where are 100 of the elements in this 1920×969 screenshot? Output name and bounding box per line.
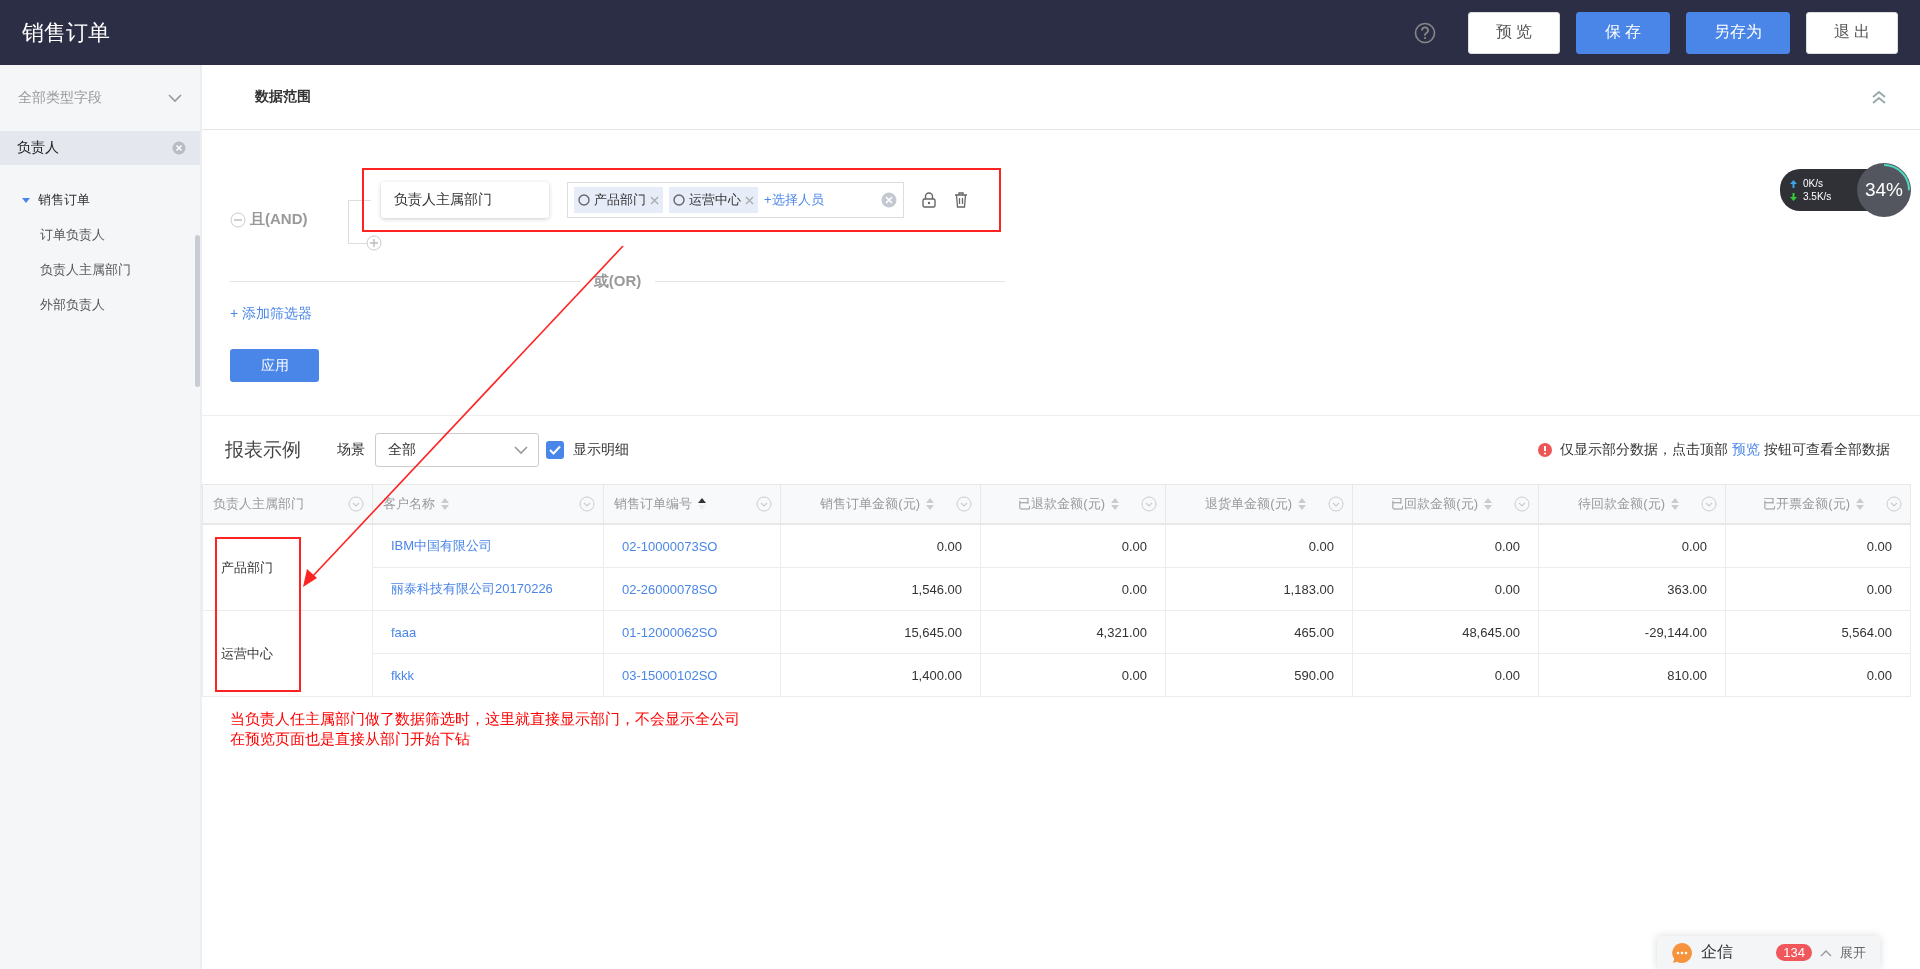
table-cell: 590.00: [1165, 653, 1353, 697]
order-link[interactable]: 02-10000073SO: [622, 538, 718, 554]
upload-arrow-icon: [1790, 179, 1797, 188]
dropdown-icon[interactable]: [956, 496, 972, 512]
circle-icon: [673, 194, 685, 206]
table-cell: 0.00: [1725, 524, 1911, 568]
detail-checkbox[interactable]: [546, 441, 564, 459]
table-cell: 0.00: [1538, 524, 1726, 568]
selected-field[interactable]: 负责人: [0, 131, 200, 165]
apply-button[interactable]: 应用: [230, 349, 319, 382]
tree-item[interactable]: 外部负责人: [40, 287, 105, 322]
exit-button[interactable]: 退 出: [1806, 11, 1898, 54]
preview-button[interactable]: 预 览: [1468, 11, 1560, 54]
table-cell: 48,645.00: [1352, 610, 1539, 654]
table-cell: 0.00: [1165, 524, 1353, 568]
dropdown-icon[interactable]: [348, 496, 364, 512]
or-label: 或(OR): [592, 272, 643, 291]
value-tag[interactable]: 产品部门: [574, 187, 663, 213]
table-cell: 363.00: [1538, 567, 1726, 611]
table-cell: 0.00: [1352, 653, 1539, 697]
help-icon[interactable]: [1414, 21, 1436, 44]
table-cell: 0.00: [1352, 567, 1539, 611]
value-tag[interactable]: 运营中心: [669, 187, 758, 213]
field-select[interactable]: 负责人主属部门: [381, 182, 549, 218]
remove-icon[interactable]: [745, 195, 754, 205]
add-filter-link[interactable]: + 添加筛选器: [230, 305, 313, 323]
checkbox-label: 显示明细: [573, 441, 629, 459]
chat-widget[interactable]: 企信 134 展开: [1657, 936, 1880, 969]
alert-icon: [1538, 443, 1553, 457]
table-cell: 运营中心: [202, 610, 373, 697]
tree-item[interactable]: 负责人主属部门: [40, 252, 131, 287]
table-cell: 0.00: [980, 653, 1166, 697]
scrollbar[interactable]: [195, 235, 200, 387]
table-cell: 0.00: [780, 524, 981, 568]
dropdown-icon[interactable]: [1328, 496, 1344, 512]
dropdown-icon[interactable]: [1701, 496, 1717, 512]
order-link[interactable]: 02-26000078SO: [622, 581, 718, 597]
table-cell: 15,645.00: [780, 610, 981, 654]
lock-icon[interactable]: [922, 192, 936, 208]
chevron-up-icon: [1820, 948, 1832, 957]
sort-icon[interactable]: [698, 498, 706, 510]
table-cell: 465.00: [1165, 610, 1353, 654]
preview-link[interactable]: 预览: [1732, 441, 1761, 457]
expand-label[interactable]: 展开: [1840, 943, 1866, 962]
field-type-select[interactable]: 全部类型字段: [0, 65, 200, 131]
dropdown-icon[interactable]: [579, 496, 595, 512]
dropdown-icon[interactable]: [756, 496, 772, 512]
collapse-icon[interactable]: [1872, 90, 1886, 104]
table-cell: 0.00: [980, 524, 1166, 568]
table-cell: 810.00: [1538, 653, 1726, 697]
remove-icon[interactable]: [230, 211, 246, 228]
chat-label: 企信: [1701, 942, 1734, 962]
add-icon[interactable]: [366, 235, 382, 251]
tree-node-label: 销售订单: [38, 191, 90, 209]
table-cell: 4,321.00: [980, 610, 1166, 654]
clear-icon[interactable]: [881, 192, 897, 208]
table-cell: 1,546.00: [780, 567, 981, 611]
select-person-link[interactable]: +选择人员: [764, 191, 875, 209]
remove-icon[interactable]: [650, 195, 659, 205]
usage-percent: 34%: [1865, 179, 1903, 201]
and-label: 且(AND): [250, 210, 308, 229]
tree-item[interactable]: 订单负责人: [40, 217, 105, 252]
save-button[interactable]: 保 存: [1576, 11, 1670, 54]
dropdown-icon[interactable]: [1514, 496, 1530, 512]
section-title: 数据范围: [255, 88, 311, 106]
table-cell: -29,144.00: [1538, 610, 1726, 654]
column-header[interactable]: 销售订单编号: [614, 495, 692, 513]
scene-label: 场景: [337, 441, 365, 459]
delete-icon[interactable]: [954, 192, 968, 208]
chevron-down-icon: [514, 445, 528, 455]
table-cell: 1,400.00: [780, 653, 981, 697]
clear-icon[interactable]: [172, 141, 186, 155]
order-link[interactable]: 01-12000062SO: [622, 624, 718, 640]
column-header[interactable]: 客户名称: [383, 495, 435, 513]
chevron-down-icon: [168, 93, 182, 103]
caret-icon[interactable]: [22, 196, 30, 204]
value-field[interactable]: 产品部门 运营中心 +选择人员: [567, 182, 904, 218]
scene-select[interactable]: 全部: [375, 433, 539, 467]
annotation-text: 当负责人任主属部门做了数据筛选时，这里就直接显示部门，不会显示全公司: [230, 709, 741, 729]
unread-badge: 134: [1776, 944, 1812, 961]
upload-speed: 0K/s: [1803, 178, 1823, 189]
chat-bubble-icon: [1671, 941, 1693, 964]
table-cell: 1,183.00: [1165, 567, 1353, 611]
customer-link[interactable]: IBM中国有限公司: [391, 538, 493, 553]
download-arrow-icon: [1790, 192, 1797, 201]
table-cell: 0.00: [980, 567, 1166, 611]
customer-link[interactable]: fkkk: [391, 667, 415, 683]
page-title: 销售订单: [22, 18, 111, 47]
annotation-text: 在预览页面也是直接从部门开始下钻: [230, 729, 471, 749]
table-cell: 0.00: [1352, 524, 1539, 568]
dropdown-icon[interactable]: [1141, 496, 1157, 512]
order-link[interactable]: 03-15000102SO: [622, 667, 718, 683]
tree-node[interactable]: 销售订单: [0, 183, 200, 217]
report-title: 报表示例: [225, 438, 301, 462]
table-cell: 5,564.00: [1725, 610, 1911, 654]
notice-text: 仅显示部分数据，点击顶部 预览 按钮可查看全部数据: [1560, 441, 1890, 459]
save-as-button[interactable]: 另存为: [1686, 11, 1790, 54]
circle-icon: [578, 194, 590, 206]
dropdown-icon[interactable]: [1886, 496, 1902, 512]
customer-link[interactable]: faaa: [391, 624, 417, 640]
